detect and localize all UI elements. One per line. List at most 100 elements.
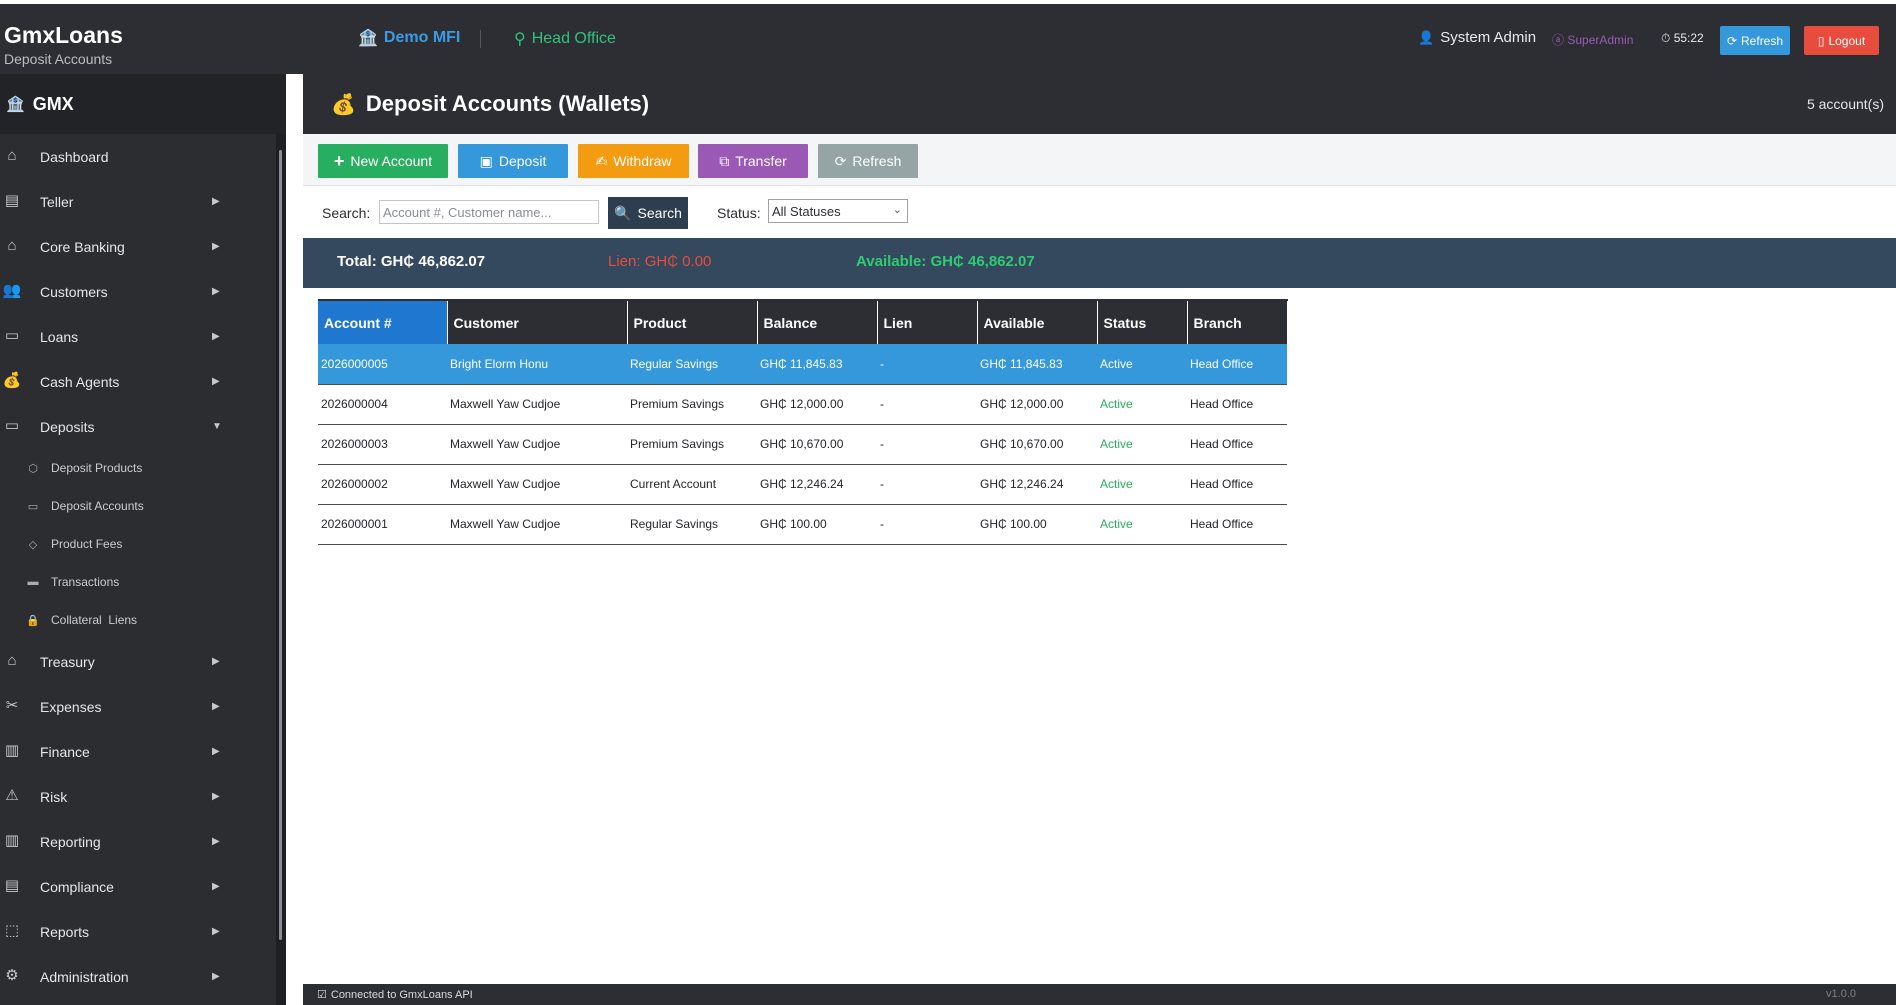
table-row[interactable]: 2026000002 Maxwell Yaw Cudjoe Current Ac… [318,464,1287,505]
column-header-branch[interactable]: Branch [1187,299,1288,344]
toolbar: + New Account ▣ Deposit ✍ Withdraw ⧉ Transfe… [303,134,1896,186]
deposit-label: Deposit [498,153,547,169]
sidebar-item-label: Administration [40,968,129,985]
column-header-customer[interactable]: Customer [447,299,628,344]
cell-branch: Head Office [1187,424,1287,465]
sidebar-subitem-label: Product Fees [51,537,123,551]
sidebar-item-reporting[interactable]: ▥ Reporting ▶ [0,819,286,864]
sidebar-subitem-label: Deposit Products [51,461,143,475]
sidebar-subitem-deposit-products[interactable]: ⬡ Deposit Products [0,449,286,487]
bank-icon: 🏦 [6,96,25,113]
column-header-balance[interactable]: Balance [757,299,878,344]
sidebar-subitem-product-fees[interactable]: ◇ Product Fees [0,525,286,563]
withdraw-button[interactable]: ✍ Withdraw [578,144,689,178]
sidebar-subitem-transactions[interactable]: ▬ Transactions [0,563,286,601]
sidebar-item-customers[interactable]: 👥 Customers ▶ [0,269,286,314]
top-header: GmxLoans Deposit Accounts 🏦 Demo MFI ⚲ H… [0,0,1896,74]
column-header-lien[interactable]: Lien [877,299,978,344]
column-header-status[interactable]: Status [1097,299,1188,344]
version-label: v1.0.0 [1826,988,1856,1000]
chevron-right-icon: ▶ [212,881,220,892]
table-row[interactable]: 2026000001 Maxwell Yaw Cudjoe Regular Sa… [318,504,1287,545]
sidebar-item-compliance[interactable]: ▤ Compliance ▶ [0,864,286,909]
cell-product: Premium Savings [627,424,757,465]
table-row[interactable]: 2026000005 Bright Elorm Honu Regular Sav… [318,344,1287,385]
sidebar-item-reports[interactable]: ⬚ Reports ▶ [0,909,286,954]
cell-balance: GH₵ 11,845.83 [757,344,877,385]
session-timer: ⏱ 55:22 [1661,31,1704,45]
chevron-right-icon: ▶ [212,926,220,937]
status-filter-value: All Statuses [772,203,841,219]
summary-total: Total: GH₵ 46,862.07 [337,253,486,270]
status-filter-select[interactable]: All Statuses ⌄ [768,199,908,223]
column-header-account[interactable]: Account # [318,299,448,344]
logout-button[interactable]: ▯ Logout [1804,26,1879,55]
deposit-button[interactable]: ▣ Deposit [458,144,568,178]
sidebar-subitem-label: Transactions [51,575,120,589]
sidebar-item-expenses[interactable]: ✂ Expenses ▶ [0,684,286,729]
sidebar-subitem-label: Deposit Accounts [51,499,144,513]
sidebar-item-treasury[interactable]: ⌂ Treasury ▶ [0,639,286,684]
sidebar-subitem-collateral-liens[interactable]: 🔒 Collateral Liens [0,601,286,639]
column-header-product[interactable]: Product [627,299,758,344]
table-header-row: Account # Customer Product Balance Lien … [318,299,1288,344]
cell-status: Active [1097,384,1187,425]
table-row[interactable]: 2026000004 Maxwell Yaw Cudjoe Premium Sa… [318,384,1287,425]
sidebar-item-core-banking[interactable]: ⌂ Core Banking ▶ [0,224,286,269]
reports-icon: ⬚ [4,922,20,939]
sidebar-scrollbar-thumb[interactable] [279,150,282,940]
teller-icon: ▤ [4,192,20,209]
new-account-button[interactable]: + New Account [318,144,448,178]
branch-name: Head Office [531,30,616,47]
sidebar: 🏦 GMX ⌂ Dashboard ▤ Teller ▶ ⌂ Core Banking ▶… [0,74,286,1005]
sidebar-item-finance[interactable]: ▥ Finance ▶ [0,729,286,774]
chevron-right-icon: ▶ [212,656,220,667]
table-row[interactable]: 2026000003 Maxwell Yaw Cudjoe Premium Sa… [318,424,1287,465]
gear-icon: ⚙ [5,967,19,984]
cell-status: Active [1097,464,1187,505]
chevron-right-icon: ▶ [212,241,220,252]
location-pin-icon: ⚲ [514,31,526,48]
cell-balance: GH₵ 12,246.24 [757,464,877,505]
cell-account: 2026000005 [318,344,447,385]
header-refresh-button[interactable]: ⟳ Refresh [1720,26,1790,55]
expenses-icon: ✂ [5,697,19,714]
cell-available: GH₵ 10,670.00 [977,424,1097,465]
sidebar-item-loans[interactable]: ▭ Loans ▶ [0,314,286,359]
checkbox-icon: ☑ [317,989,327,1001]
search-icon: 🔍 [614,204,632,221]
cell-lien: - [877,384,977,425]
sidebar-scrollbar[interactable] [276,134,286,1005]
sidebar-item-risk[interactable]: ⚠ Risk ▶ [0,774,286,819]
cell-customer: Maxwell Yaw Cudjoe [447,384,627,425]
search-input[interactable] [379,200,599,224]
chevron-right-icon: ▶ [212,836,220,847]
cell-lien: - [877,344,977,385]
withdraw-label: Withdraw [613,153,672,169]
search-button[interactable]: 🔍 Search [608,197,688,229]
page-title: 💰 Deposit Accounts (Wallets) [331,91,649,117]
cell-available: GH₵ 12,246.24 [977,464,1097,505]
sidebar-item-label: Reporting [40,833,101,850]
sidebar-item-dashboard[interactable]: ⌂ Dashboard [0,134,286,179]
cell-product: Current Account [627,464,757,505]
sidebar-item-deposits[interactable]: ▭ Deposits ▼ [0,404,286,449]
bank-icon: 🏦 [358,30,378,47]
sidebar-item-administration[interactable]: ⚙ Administration ▶ [0,954,286,999]
transfer-button[interactable]: ⧉ Transfer [698,144,808,178]
sidebar-subitem-deposit-accounts[interactable]: ▭ Deposit Accounts [0,487,286,525]
chevron-right-icon: ▶ [212,331,220,342]
withdraw-icon: ✍ [595,152,608,169]
refresh-button[interactable]: ⟳ Refresh [818,144,918,178]
sidebar-brand: 🏦 GMX [0,74,286,134]
cell-lien: - [877,504,977,545]
deposit-icon: ▣ [479,152,493,169]
branch-label: ⚲ Head Office [514,29,616,49]
status-filter-label: Status: [717,205,761,221]
column-header-available[interactable]: Available [977,299,1098,344]
summary-lien: Lien: GH₵ 0.00 [608,253,712,270]
sidebar-item-teller[interactable]: ▤ Teller ▶ [0,179,286,224]
sidebar-item-cash-agents[interactable]: 💰 Cash Agents ▶ [0,359,286,404]
connection-status: ☑ Connected to GmxLoans API [317,988,473,1002]
users-icon: 👥 [2,282,22,299]
